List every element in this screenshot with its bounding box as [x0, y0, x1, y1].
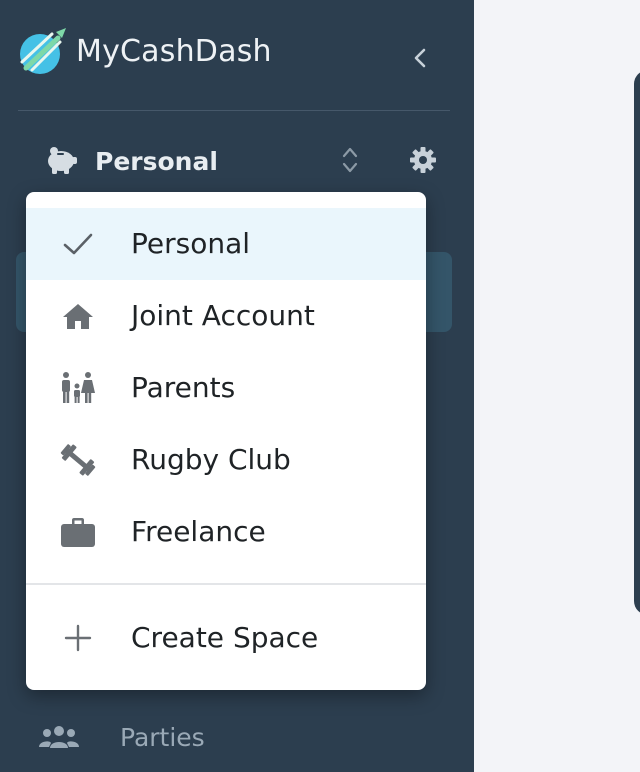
sidebar-item-parties[interactable]: Parties [38, 722, 205, 752]
house-icon [56, 298, 100, 334]
briefcase-icon [56, 514, 100, 550]
space-option-label: Parents [131, 371, 236, 404]
space-switcher[interactable]: Personal [0, 138, 474, 184]
people-group-icon [39, 726, 79, 748]
space-option-label: Freelance [131, 515, 266, 548]
current-space-name: Personal [95, 147, 218, 176]
dumbbell-icon [56, 442, 100, 478]
create-space-label: Create Space [131, 621, 319, 654]
sidebar-divider [18, 110, 450, 111]
dropdown-divider [26, 583, 426, 585]
space-option-joint-account[interactable]: Joint Account [26, 280, 426, 352]
space-option-parents[interactable]: Parents [26, 352, 426, 424]
space-option-freelance[interactable]: Freelance [26, 496, 426, 568]
piggy-bank-icon [44, 146, 78, 181]
sidebar-item-label: Parties [120, 722, 205, 752]
app-logo[interactable]: MyCashDash [18, 26, 272, 76]
space-option-personal[interactable]: Personal [26, 208, 426, 280]
rocket-logo-icon [20, 28, 66, 74]
check-icon [56, 226, 100, 262]
collapse-sidebar-button[interactable] [404, 42, 436, 74]
space-option-label: Rugby Club [131, 443, 291, 476]
space-option-rugby-club[interactable]: Rugby Club [26, 424, 426, 496]
app-name: MyCashDash [76, 33, 272, 69]
space-option-label: Joint Account [131, 299, 315, 332]
create-space-button[interactable]: Create Space [26, 602, 426, 674]
space-dropdown-menu: Personal Joint Account Parents Rugby Clu… [26, 192, 426, 690]
main-content-card [634, 70, 640, 615]
space-option-label: Personal [131, 227, 251, 260]
family-icon [56, 370, 100, 406]
chevron-left-icon [414, 48, 426, 68]
gear-icon[interactable] [408, 145, 438, 180]
plus-icon [56, 620, 100, 656]
chevron-up-down-icon[interactable] [340, 144, 360, 181]
